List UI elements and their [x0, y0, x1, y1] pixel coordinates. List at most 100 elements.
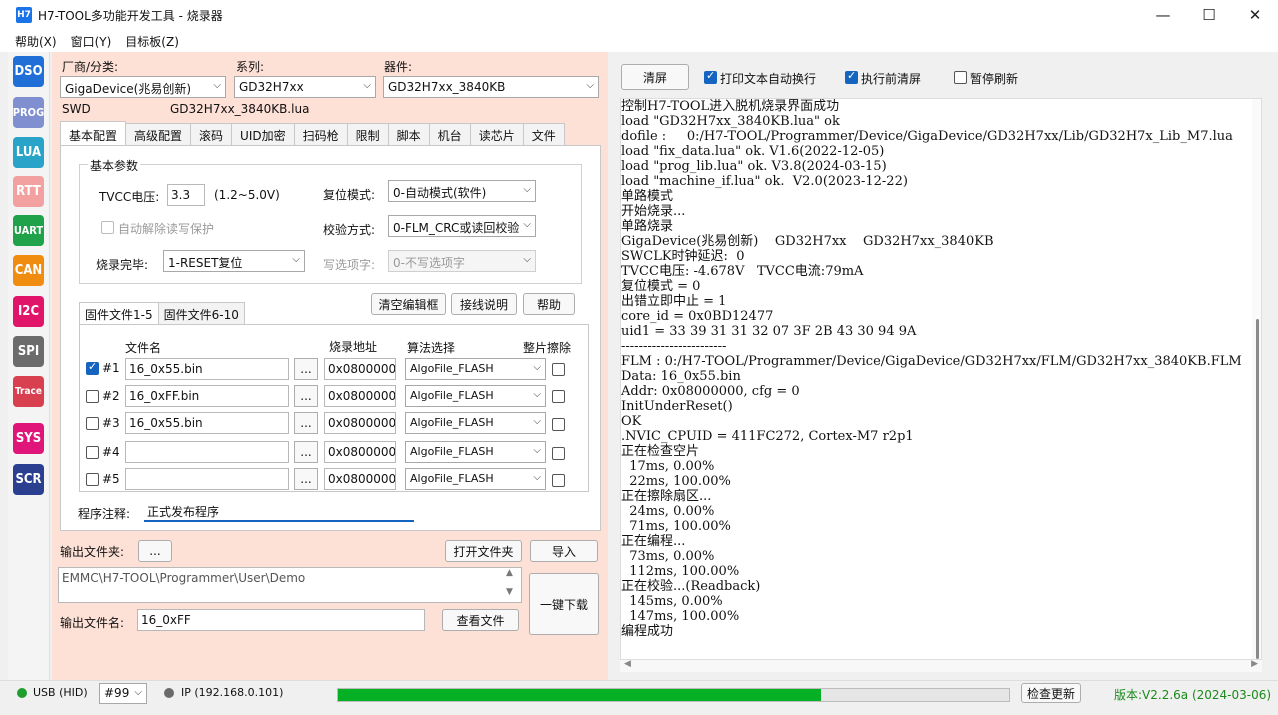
tab-scanner[interactable]: 扫码枪 — [293, 123, 348, 145]
file-1-algo-select[interactable]: AlgoFile_FLASH ⌵ — [405, 358, 546, 380]
port-select[interactable]: #99 ⌵ — [99, 683, 147, 704]
tab-file[interactable]: 文件 — [522, 123, 565, 145]
view-file-button[interactable]: 查看文件 — [442, 609, 519, 631]
file-5-address[interactable]: 0x08000000 — [324, 468, 396, 490]
tab-script[interactable]: 脚本 — [387, 123, 430, 145]
file-4-browse-button[interactable]: ... — [294, 441, 318, 463]
tab-rolling-code[interactable]: 滚码 — [190, 123, 233, 145]
file-4-address[interactable]: 0x08000000 — [324, 441, 396, 463]
maximize-button[interactable]: ☐ — [1186, 0, 1232, 30]
tab-basic-config[interactable]: 基本配置 — [60, 121, 127, 145]
one-key-download-button[interactable]: 一键下载 — [529, 573, 599, 635]
file-1-address[interactable]: 0x08000000 — [324, 358, 396, 380]
log-line: 22ms, 100.00% — [621, 474, 731, 489]
file-1-checkbox[interactable] — [86, 360, 99, 375]
file-3-address[interactable]: 0x08000000 — [324, 412, 396, 434]
tab-firmware-6-10[interactable]: 固件文件6-10 — [157, 302, 245, 324]
verify-select[interactable]: 0-FLM_CRC或读回校验 ⌵ — [388, 215, 536, 237]
open-folder-button[interactable]: 打开文件夹 — [445, 540, 522, 562]
log-vertical-scrollbar[interactable] — [1252, 99, 1261, 659]
file-1-input[interactable]: 16_0x55.bin — [125, 358, 289, 380]
auto-wrap-checkbox[interactable] — [704, 69, 717, 84]
tool-lua-button[interactable]: LUA — [13, 137, 44, 168]
col-addr-header: 烧录地址 — [329, 340, 378, 354]
tool-dso-button[interactable]: DSO — [13, 56, 44, 87]
reset-mode-select[interactable]: 0-自动模式(软件) ⌵ — [388, 180, 536, 202]
tool-rtt-button[interactable]: RTT — [13, 176, 44, 207]
option-bytes-label: 写选项字: — [323, 258, 376, 272]
after-select[interactable]: 1-RESET复位 ⌵ — [163, 250, 305, 272]
menu-target-board[interactable]: 目标板(Z) — [118, 33, 186, 50]
file-4-algo-select[interactable]: AlgoFile_FLASH ⌵ — [405, 441, 546, 463]
auto-wrap-label: 打印文本自动换行 — [720, 72, 817, 86]
file-1-browse-button[interactable]: ... — [294, 358, 318, 380]
log-horizontal-scrollbar[interactable]: ◀ ▶ — [620, 659, 1262, 672]
file-2-checkbox[interactable] — [86, 390, 99, 403]
tab-firmware-1-5[interactable]: 固件文件1-5 — [79, 302, 159, 324]
tool-uart-button[interactable]: UART — [13, 215, 44, 246]
file-2-erase-checkbox[interactable] — [552, 390, 565, 403]
wiring-button[interactable]: 接线说明 — [451, 293, 517, 315]
port-value: #99 — [104, 686, 130, 700]
device-select[interactable]: GD32H7xx_3840KB ⌵ — [383, 76, 599, 98]
tab-read-chip[interactable]: 读芯片 — [469, 123, 524, 145]
scroll-thumb[interactable] — [1256, 319, 1259, 659]
file-2-browse-button[interactable]: ... — [294, 385, 318, 407]
file-5-input[interactable] — [125, 468, 289, 490]
file-3-browse-button[interactable]: ... — [294, 412, 318, 434]
scroll-up-icon[interactable]: ▲ — [506, 568, 513, 578]
log-line: 正在校验...(Readback) — [621, 579, 761, 594]
file-3-algo-select[interactable]: AlgoFile_FLASH ⌵ — [405, 412, 546, 434]
output-name-input[interactable]: 16_0xFF — [137, 609, 425, 631]
tool-prog-button[interactable]: PROG — [13, 97, 44, 128]
tab-machine[interactable]: 机台 — [428, 123, 471, 145]
scroll-left-icon[interactable]: ◀ — [624, 659, 631, 669]
file-4-input[interactable] — [125, 441, 289, 463]
log-output[interactable]: 控制H7-TOOL进入脱机烧录界面成功 load "GD32H7xx_3840KB… — [620, 98, 1262, 660]
tool-sys-button[interactable]: SYS — [13, 423, 44, 454]
file-2-algo-select[interactable]: AlgoFile_FLASH ⌵ — [405, 385, 546, 407]
import-button[interactable]: 导入 — [530, 540, 598, 562]
tool-can-button[interactable]: CAN — [13, 255, 44, 286]
help-button[interactable]: 帮助 — [523, 293, 575, 315]
option-bytes-select[interactable]: 0-不写选项字 ⌵ — [388, 250, 536, 272]
file-3-erase-checkbox[interactable] — [552, 418, 565, 431]
file-5-erase-checkbox[interactable] — [552, 474, 565, 487]
unprotect-checkbox[interactable] — [101, 221, 114, 234]
menu-window[interactable]: 窗口(Y) — [64, 33, 119, 50]
tab-advanced-config[interactable]: 高级配置 — [125, 123, 192, 145]
clear-before-checkbox[interactable] — [845, 69, 858, 84]
file-1-erase-checkbox[interactable] — [552, 363, 565, 376]
file-4-erase-checkbox[interactable] — [552, 447, 565, 460]
note-input[interactable]: 正式发布程序 — [144, 500, 414, 522]
file-2-input[interactable]: 16_0xFF.bin — [125, 385, 289, 407]
tool-spi-button[interactable]: SPI — [13, 336, 44, 367]
close-button[interactable]: ✕ — [1232, 0, 1278, 30]
file-3-input[interactable]: 16_0x55.bin — [125, 412, 289, 434]
check-update-button[interactable]: 检查更新 — [1021, 683, 1081, 703]
tab-uid-encrypt[interactable]: UID加密 — [231, 123, 295, 145]
file-4-checkbox[interactable] — [86, 446, 99, 459]
menu-help[interactable]: 帮助(X) — [8, 33, 64, 50]
file-3-checkbox[interactable] — [86, 417, 99, 430]
tab-limit[interactable]: 限制 — [346, 123, 389, 145]
tvcc-input[interactable]: 3.3 — [167, 184, 205, 206]
vendor-select[interactable]: GigaDevice(兆易创新) ⌵ — [60, 76, 226, 98]
output-folder-browse-button[interactable]: ... — [138, 540, 172, 562]
file-5-algo-select[interactable]: AlgoFile_FLASH ⌵ — [405, 468, 546, 490]
note-label: 程序注释: — [78, 507, 131, 521]
scroll-right-icon[interactable]: ▶ — [1251, 659, 1258, 669]
series-select[interactable]: GD32H7xx ⌵ — [234, 76, 376, 98]
output-folder-path[interactable]: EMMC\H7-TOOL\Programmer\User\Demo — [58, 567, 522, 603]
pause-refresh-checkbox[interactable] — [954, 71, 967, 84]
file-5-checkbox[interactable] — [86, 473, 99, 486]
minimize-button[interactable]: — — [1140, 0, 1186, 30]
scroll-down-icon[interactable]: ▼ — [506, 587, 513, 597]
clear-screen-button[interactable]: 清屏 — [621, 64, 689, 90]
tool-trace-button[interactable]: Trace — [13, 376, 44, 407]
file-2-address[interactable]: 0x08000000 — [324, 385, 396, 407]
clear-editor-button[interactable]: 清空编辑框 — [371, 293, 446, 315]
tool-i2c-button[interactable]: I2C — [13, 296, 44, 327]
tool-scr-button[interactable]: SCR — [13, 464, 44, 495]
file-5-browse-button[interactable]: ... — [294, 468, 318, 490]
